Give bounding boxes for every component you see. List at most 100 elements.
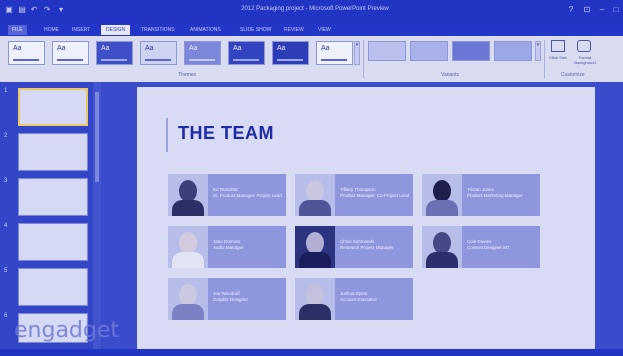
theme-2[interactable]: Aa [52,41,89,65]
member-role: Graphic Designer [213,297,249,302]
member-role: Content Designer MT [467,245,510,250]
tab-slide-show[interactable]: SLIDE SHOW [240,25,271,35]
slide-number: 1 [4,88,8,94]
theme-bar [189,59,215,61]
theme-4[interactable]: Aa [140,41,177,65]
tab-animations[interactable]: ANIMATIONS [190,25,221,35]
member-role: Account Executive [340,297,378,302]
slide-thumbnail-5[interactable] [18,268,88,306]
theme-7[interactable]: Aa [272,41,309,65]
ribbon-display-button[interactable]: ⊡ [582,5,592,15]
member-torso [172,200,204,216]
status-bar [0,349,623,356]
slide-title[interactable]: THE TEAM [178,123,274,144]
theme-sample: Aa [233,45,242,52]
theme-office[interactable]: Aa [8,41,45,65]
variants-more-icon[interactable]: ▾ [535,41,541,61]
member-photo [168,226,208,268]
variant-1[interactable] [368,41,406,61]
themes-group-label: Themes [178,72,197,78]
team-card[interactable]: Jane Dorman Audio Manager [168,226,286,268]
customize-quick-access-icon[interactable]: ▾ [56,5,66,15]
tab-view[interactable]: VIEW [318,25,331,35]
member-photo [168,278,208,320]
slide-number: 4 [4,223,8,229]
team-card[interactable]: Tristan Jones Product Marketing Manager [422,174,540,216]
slide-number: 3 [4,178,8,184]
member-role: Audio Manager [213,245,244,250]
group-separator [544,40,545,78]
team-card[interactable]: Ed Ruscetta Sr. Product Manager, Project… [168,174,286,216]
member-photo [295,226,335,268]
format-background-button[interactable]: Format Background [570,55,600,65]
member-role: Product Manager, Co-Project Lead [340,193,410,198]
member-head [433,232,451,254]
member-head [433,180,451,202]
team-card[interactable]: Joshua Spear Account Executive [295,278,413,320]
help-button[interactable]: ? [566,5,576,15]
theme-sample: Aa [189,45,198,52]
theme-8[interactable]: Aa [316,41,353,65]
slide-thumbnail-3[interactable] [18,178,88,216]
slide-thumbnail-4[interactable] [18,223,88,261]
theme-3[interactable]: Aa [96,41,133,65]
slide-thumbnail-2[interactable] [18,133,88,171]
member-torso [172,304,204,320]
member-photo [168,174,208,216]
theme-bar [233,59,259,61]
theme-bar [277,59,303,61]
tab-file[interactable]: FILE [8,25,27,35]
minimize-button[interactable]: – [597,5,607,15]
tab-transitions[interactable]: TRANSITIONS [141,25,175,35]
theme-bar [101,59,127,61]
variant-3[interactable] [452,41,490,61]
member-head [179,232,197,254]
theme-sample: Aa [57,45,66,52]
member-torso [426,200,458,216]
slide-size-icon[interactable] [551,40,565,52]
title-bar [0,0,623,24]
slide-number: 6 [4,313,8,319]
member-head [179,284,197,306]
title-rule [166,118,168,152]
member-name: Joshua Spear [340,291,368,296]
member-head [179,180,197,202]
member-name: Ed Ruscetta [213,187,238,192]
member-name: Jane Dorman [213,239,241,244]
group-separator [363,40,364,78]
slide-thumbnail-1[interactable] [18,88,88,126]
undo-icon[interactable]: ↶ [29,5,39,15]
member-torso [299,304,331,320]
team-card[interactable]: Chloe Simmonds Research Project Manager [295,226,413,268]
member-head [306,284,324,306]
team-card[interactable]: Tiffany Thompson Product Manager, Co-Pro… [295,174,413,216]
member-torso [172,252,204,268]
tab-review[interactable]: REVIEW [284,25,304,35]
maximize-button[interactable]: □ [611,5,621,15]
member-torso [299,252,331,268]
tab-home[interactable]: HOME [44,25,59,35]
customize-group-label: Customize [561,72,585,78]
tab-design[interactable]: DESIGN [101,25,131,35]
team-card[interactable]: Cole Davies Content Designer MT [422,226,540,268]
theme-sample: Aa [145,45,154,52]
member-head [306,232,324,254]
redo-icon[interactable]: ↷ [42,5,52,15]
member-photo [295,174,335,216]
variant-4[interactable] [494,41,532,61]
themes-more-icon[interactable]: ▾ [354,41,360,65]
tab-insert[interactable]: INSERT [72,25,90,35]
variants-group-label: Variants [441,72,459,78]
member-name: Joe Woodruff [213,291,240,296]
member-role: Product Marketing Manager [467,193,523,198]
slide-size-button[interactable]: Slide Size [546,55,570,60]
thumbnail-scrollbar-thumb[interactable] [95,92,99,182]
member-photo [422,174,462,216]
format-background-icon[interactable] [577,40,591,52]
team-card[interactable]: Joe Woodruff Graphic Designer [168,278,286,320]
theme-5[interactable]: Aa [184,41,221,65]
member-name: Tiffany Thompson [340,187,376,192]
theme-6[interactable]: Aa [228,41,265,65]
variant-2[interactable] [410,41,448,61]
save-icon[interactable]: ▤ [17,5,27,15]
